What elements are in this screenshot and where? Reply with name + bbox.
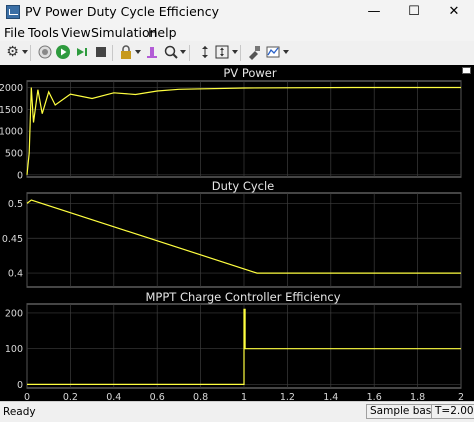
x-tick-label: 0.2 xyxy=(63,392,78,401)
status-bar: Ready Sample based T=2.000 xyxy=(0,401,474,422)
y-tick-label: 0.4 xyxy=(8,269,23,280)
step-forward-icon[interactable] xyxy=(73,44,90,61)
title-bar: PV Power Duty Cycle Efficiency — ☐ ✕ xyxy=(0,0,474,24)
x-tick-label: 2 xyxy=(458,392,464,401)
fit-vertical-icon[interactable] xyxy=(196,44,213,61)
scope-plots: PV Power 0500100015002000 Duty Cycle 0.4… xyxy=(0,66,464,403)
menu-file[interactable]: File xyxy=(4,25,25,40)
style-icon[interactable] xyxy=(245,44,262,61)
y-tick-label: 1500 xyxy=(0,105,23,116)
y-tick-label: 500 xyxy=(5,149,23,160)
y-tick-label: 0 xyxy=(17,170,23,181)
time-indicator: T=2.000 xyxy=(431,404,474,419)
highlight-icon[interactable] xyxy=(143,44,160,61)
scope-app-icon xyxy=(6,5,20,19)
close-button[interactable]: ✕ xyxy=(434,0,474,24)
menu-help[interactable]: Help xyxy=(148,25,177,40)
toolbar: ⚙ xyxy=(0,41,474,66)
menu-bar: File Tools View Simulation Help xyxy=(0,24,474,41)
plot-title: Duty Cycle xyxy=(212,179,275,193)
minimize-button[interactable]: — xyxy=(354,0,394,24)
chevron-down-icon[interactable] xyxy=(283,50,289,54)
plot-title: PV Power xyxy=(223,66,276,80)
y-tick-label: 200 xyxy=(5,308,23,319)
run-icon[interactable] xyxy=(54,44,71,61)
maximize-button[interactable]: ☐ xyxy=(394,0,434,24)
x-tick-label: 0.6 xyxy=(150,392,165,401)
pv-power-plot: PV Power 0 500 1000 1500 2000 xyxy=(0,66,462,181)
status-text: Ready xyxy=(3,406,36,418)
toolbar-separator xyxy=(30,45,31,61)
y-tick-label: 0 xyxy=(17,380,23,391)
x-tick-label: 1.8 xyxy=(410,392,425,401)
toolbar-separator xyxy=(240,45,241,61)
chevron-down-icon[interactable] xyxy=(22,50,28,54)
y-tick-label: 0.45 xyxy=(2,234,23,245)
undock-icon[interactable] xyxy=(462,67,471,74)
y-tick-label: 0.5 xyxy=(8,199,23,210)
lock-icon[interactable] xyxy=(117,44,134,61)
x-tick-label: 1.4 xyxy=(323,392,338,401)
menu-tools[interactable]: Tools xyxy=(28,25,59,40)
y-tick-label: 100 xyxy=(5,344,23,355)
x-tick-label: 1 xyxy=(241,392,247,401)
menu-view[interactable]: View xyxy=(61,25,91,40)
zoom-icon[interactable] xyxy=(162,44,179,61)
window-title: PV Power Duty Cycle Efficiency xyxy=(25,4,219,19)
x-tick-label: 1.2 xyxy=(280,392,295,401)
y-tick-label: 1000 xyxy=(0,127,23,138)
record-icon[interactable] xyxy=(36,44,53,61)
measurement-icon[interactable] xyxy=(264,44,281,61)
x-tick-label: 0 xyxy=(24,392,30,401)
x-tick-label: 1.6 xyxy=(367,392,382,401)
chevron-down-icon[interactable] xyxy=(232,50,238,54)
plot-title: MPPT Charge Controller Efficiency xyxy=(145,290,340,304)
axes-scale-icon[interactable] xyxy=(213,44,230,61)
chevron-down-icon[interactable] xyxy=(135,50,141,54)
stop-icon[interactable] xyxy=(92,44,109,61)
mppt-efficiency-plot: MPPT Charge Controller Efficiency 010020… xyxy=(5,290,464,403)
gear-icon[interactable]: ⚙ xyxy=(4,44,21,61)
chevron-down-icon[interactable] xyxy=(180,50,186,54)
x-tick-label: 0.4 xyxy=(106,392,121,401)
y-tick-label: 2000 xyxy=(0,83,23,94)
toolbar-separator xyxy=(189,45,190,61)
x-tick-label: 0.8 xyxy=(193,392,208,401)
duty-cycle-plot: Duty Cycle 0.4 0.45 0.5 xyxy=(2,179,462,288)
toolbar-separator xyxy=(112,45,113,61)
scope-display: PV Power 0 500 1000 1500 2000 Duty Cycle 0.4… xyxy=(0,65,474,403)
